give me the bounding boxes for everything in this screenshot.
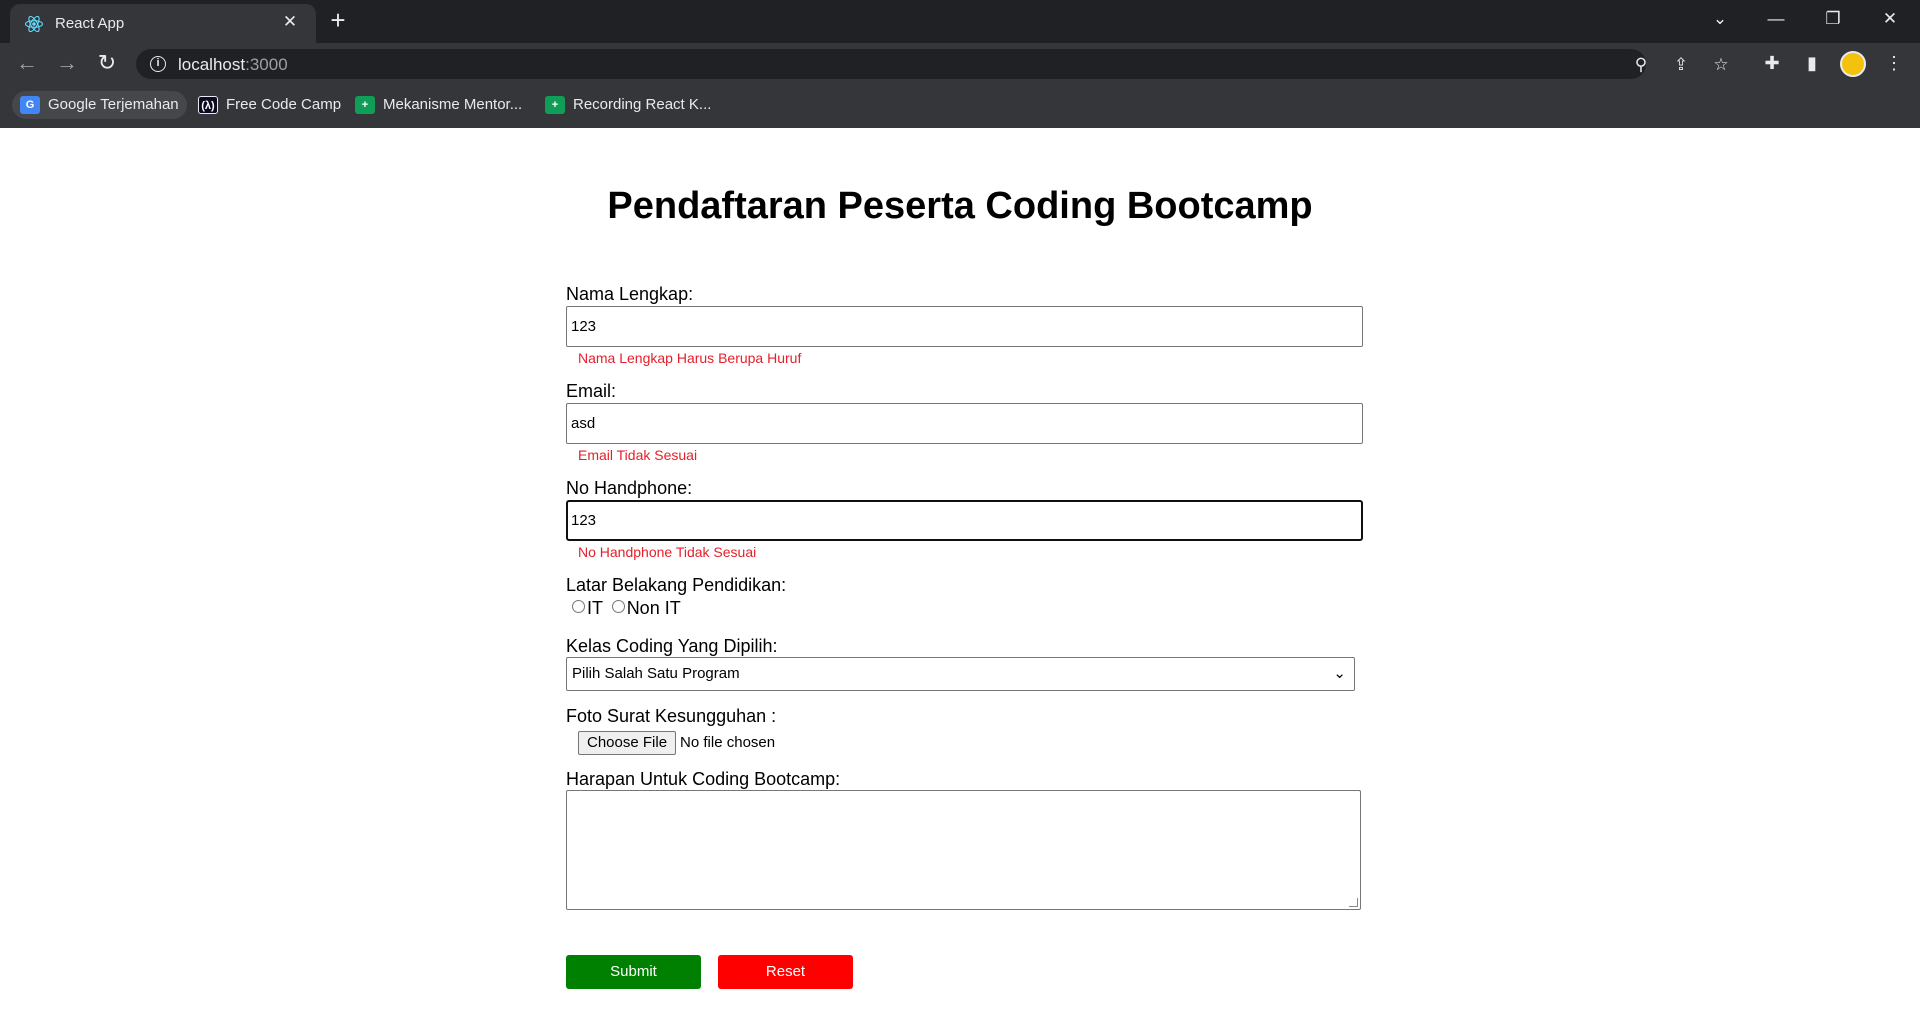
url-text: localhost:3000: [178, 55, 288, 75]
browser-toolbar: ← → ↻ i localhost:3000 ⚲ ⇪ ☆ ✚ ▮ ⋮: [0, 43, 1920, 83]
reset-button[interactable]: Reset: [718, 955, 853, 989]
pendidikan-radio-group: IT Non IT: [572, 598, 681, 619]
url-host: localhost: [178, 55, 246, 74]
radio-it-label[interactable]: IT: [587, 598, 603, 618]
kelas-select[interactable]: Pilih Salah Satu Program ⌄: [566, 657, 1355, 691]
close-tab-icon[interactable]: ✕: [280, 12, 300, 32]
react-icon: [24, 15, 44, 33]
close-window-icon[interactable]: ✕: [1873, 6, 1907, 32]
harapan-textarea[interactable]: [566, 790, 1361, 910]
foto-file-input: Choose File No file chosen: [578, 731, 775, 755]
freecodecamp-icon: (λ): [198, 96, 218, 114]
minimize-icon[interactable]: —: [1759, 6, 1793, 32]
kelas-selected-value: Pilih Salah Satu Program: [572, 665, 740, 682]
radio-non-it-label[interactable]: Non IT: [627, 598, 681, 618]
submit-button[interactable]: Submit: [566, 955, 701, 989]
phone-label: No Handphone:: [566, 478, 693, 498]
address-bar[interactable]: i localhost:3000 ⚲ ⇪ ☆: [136, 49, 1729, 79]
foto-label: Foto Surat Kesungguhan :: [566, 706, 777, 726]
reload-icon[interactable]: ↻: [93, 49, 121, 77]
resize-handle-icon[interactable]: [1349, 898, 1358, 907]
bookmark-google-terjemahan[interactable]: G Google Terjemahan: [12, 91, 187, 119]
bookmarks-bar: G Google Terjemahan (λ) Free Code Camp +…: [0, 83, 1920, 128]
tab-search-icon[interactable]: ⌄: [1703, 6, 1737, 32]
profile-avatar[interactable]: [1840, 51, 1866, 77]
new-tab-button[interactable]: +: [325, 7, 351, 34]
kelas-label: Kelas Coding Yang Dipilih:: [566, 636, 778, 656]
harapan-label: Harapan Untuk Coding Bootcamp:: [566, 769, 841, 789]
url-port: :3000: [245, 55, 288, 74]
google-translate-icon: G: [20, 96, 40, 114]
browser-tab-bar: React App ✕ + ⌄ — ❐ ✕: [0, 0, 1920, 43]
nama-input[interactable]: 123: [566, 306, 1363, 347]
google-sheets-icon: +: [355, 96, 375, 114]
chevron-down-icon: ⌄: [1333, 665, 1346, 682]
share-icon[interactable]: ⇪: [1669, 53, 1693, 77]
phone-input[interactable]: 123: [566, 500, 1363, 541]
file-status: No file chosen: [680, 734, 776, 751]
more-menu-icon[interactable]: ⋮: [1880, 49, 1908, 77]
bookmark-mekanisme-mentor[interactable]: + Mekanisme Mentor...: [347, 91, 530, 119]
page-title: Pendaftaran Peserta Coding Bootcamp: [607, 185, 1313, 227]
bookmark-label: Mekanisme Mentor...: [383, 96, 523, 113]
phone-error: No Handphone Tidak Sesuai: [578, 544, 757, 560]
restore-icon[interactable]: ❐: [1816, 6, 1850, 32]
bookmark-label: Recording React K...: [573, 96, 712, 113]
email-input[interactable]: asd: [566, 403, 1363, 444]
site-info-icon[interactable]: i: [150, 56, 166, 72]
nama-label: Nama Lengkap:: [566, 284, 694, 304]
browser-tab[interactable]: React App ✕: [10, 4, 316, 43]
radio-non-it[interactable]: [611, 600, 625, 613]
bookmark-star-icon[interactable]: ☆: [1709, 53, 1733, 77]
bookmark-free-code-camp[interactable]: (λ) Free Code Camp: [190, 91, 349, 119]
zoom-icon[interactable]: ⚲: [1629, 53, 1653, 77]
bookmark-label: Free Code Camp: [226, 96, 342, 113]
back-icon[interactable]: ←: [13, 49, 41, 77]
bookmark-recording-react[interactable]: + Recording React K...: [537, 91, 719, 119]
extensions-icon[interactable]: ✚: [1758, 49, 1786, 77]
radio-it[interactable]: [572, 600, 585, 613]
nama-error: Nama Lengkap Harus Berupa Huruf: [578, 350, 802, 366]
tab-title: React App: [55, 15, 125, 32]
choose-file-button[interactable]: Choose File: [578, 731, 677, 755]
forward-icon[interactable]: →: [53, 49, 81, 77]
pendidikan-label: Latar Belakang Pendidikan:: [566, 575, 787, 595]
page-content: Pendaftaran Peserta Coding Bootcamp Nama…: [0, 128, 1920, 1028]
side-panel-icon[interactable]: ▮: [1798, 49, 1826, 77]
email-label: Email:: [566, 381, 617, 401]
bookmark-label: Google Terjemahan: [48, 96, 179, 113]
google-sheets-icon: +: [545, 96, 565, 114]
email-error: Email Tidak Sesuai: [578, 447, 698, 463]
